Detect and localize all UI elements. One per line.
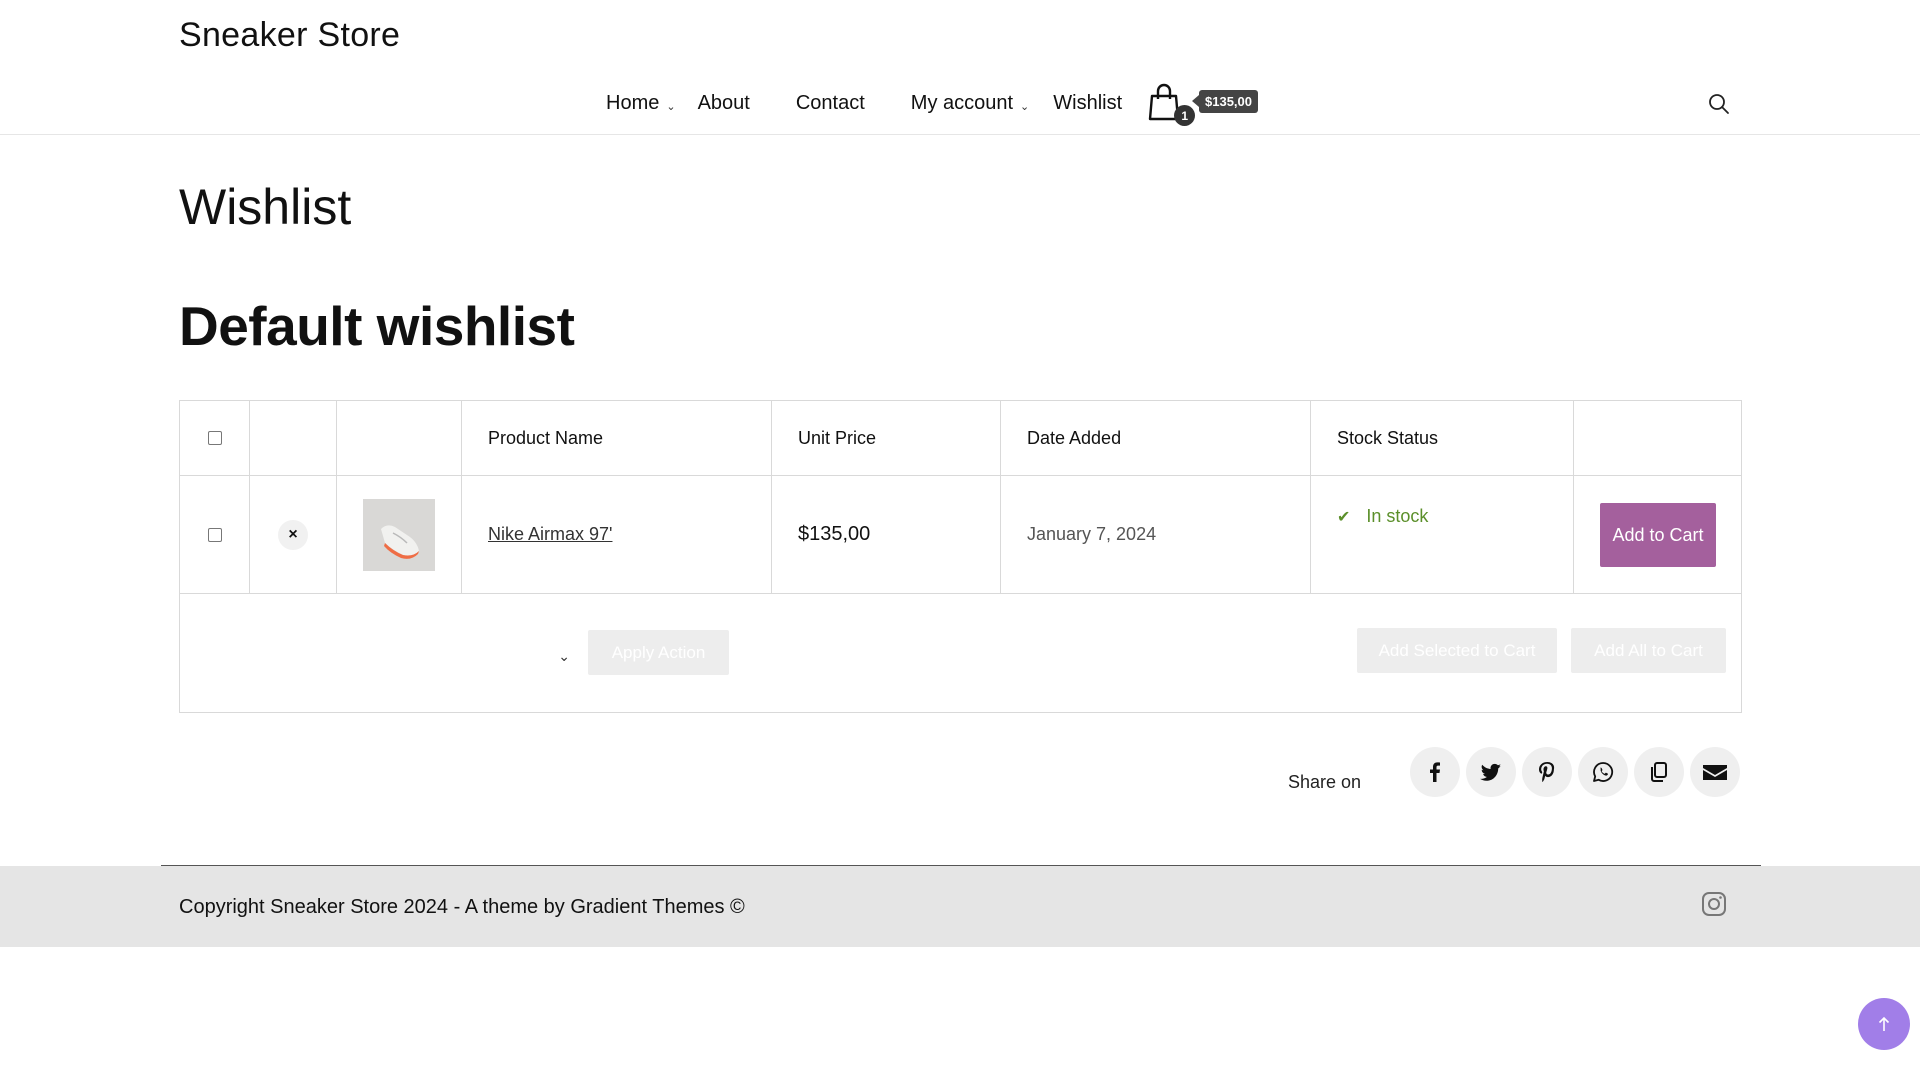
nav-item-my-account[interactable]: My account ⌄ — [911, 92, 1029, 115]
product-price: $135,00 — [798, 523, 871, 545]
copyright-text: Copyright Sneaker Store 2024 - A theme b… — [179, 896, 745, 918]
chevron-down-icon: ⌄ — [666, 100, 676, 113]
apply-action-button[interactable]: Apply Action — [588, 630, 729, 675]
header-remove-cell — [250, 401, 337, 475]
cart-count-badge: 1 — [1174, 105, 1196, 126]
row-stock-cell: ✔ In stock — [1311, 476, 1574, 593]
check-icon: ✔ — [1337, 508, 1351, 526]
twitter-icon — [1480, 763, 1501, 781]
nav-item-about[interactable]: About — [698, 92, 750, 115]
facebook-icon — [1430, 762, 1440, 782]
row-select-cell — [180, 476, 250, 593]
arrow-up-icon — [1878, 1016, 1890, 1031]
nav-item-label: Home — [606, 91, 660, 114]
wishlist-table: Product Name Unit Price Date Added Stock… — [179, 400, 1742, 713]
bulk-action-select[interactable]: ⌄ — [200, 634, 578, 678]
stock-status-label: In stock — [1366, 506, 1429, 526]
nav-item-contact[interactable]: Contact — [796, 92, 865, 115]
scroll-to-top-button[interactable] — [1858, 998, 1910, 1050]
header-product-name: Product Name — [462, 401, 772, 475]
product-thumbnail[interactable] — [363, 498, 435, 571]
date-added: January 7, 2024 — [1027, 524, 1157, 544]
header-unit-price: Unit Price — [772, 401, 1001, 475]
search-button[interactable] — [1706, 91, 1732, 117]
chevron-down-icon: ⌄ — [558, 647, 570, 664]
header-select-cell — [180, 401, 250, 475]
product-name-link[interactable]: Nike Airmax 97' — [488, 524, 612, 545]
sneaker-image — [363, 498, 435, 571]
header-action-cell — [1574, 401, 1742, 475]
chevron-down-icon: ⌄ — [1020, 100, 1030, 113]
row-product-name-cell: Nike Airmax 97' — [462, 476, 772, 593]
nav-item-label: My account — [910, 91, 1014, 114]
site-title[interactable]: Sneaker Store — [179, 16, 400, 55]
nav-item-label: About — [697, 91, 750, 114]
row-price-cell: $135,00 — [772, 476, 1001, 593]
stock-status: ✔ In stock — [1337, 506, 1428, 527]
copy-icon — [1651, 762, 1667, 782]
nav-item-label: Wishlist — [1053, 91, 1123, 114]
site-header: Sneaker Store Home ⌄ About Contact My ac… — [0, 0, 1920, 135]
header-date-added: Date Added — [1001, 401, 1311, 475]
cart-total-badge[interactable]: $135,00 — [1192, 90, 1258, 113]
row-remove-cell: × — [250, 476, 337, 593]
pinterest-icon — [1539, 762, 1555, 782]
row-thumb-cell — [337, 476, 462, 593]
share-copy-link-button[interactable] — [1634, 747, 1684, 797]
instagram-icon — [1702, 892, 1726, 916]
share-email-button[interactable] — [1690, 747, 1740, 797]
share-twitter-button[interactable] — [1466, 747, 1516, 797]
nav-item-wishlist[interactable]: Wishlist — [1053, 92, 1122, 115]
header-stock-status: Stock Status — [1311, 401, 1574, 475]
email-icon — [1703, 765, 1727, 780]
share-facebook-button[interactable] — [1410, 747, 1460, 797]
add-all-to-cart-button[interactable]: Add All to Cart — [1571, 628, 1726, 673]
row-action-cell: Add to Cart — [1574, 476, 1742, 593]
wishlist-title: Default wishlist — [179, 295, 575, 357]
whatsapp-icon — [1593, 762, 1614, 782]
add-selected-to-cart-button[interactable]: Add Selected to Cart — [1357, 628, 1557, 673]
table-row: × Nike Airmax 97' $135,00 January 7, 202… — [180, 476, 1741, 594]
select-all-checkbox[interactable] — [207, 431, 222, 445]
share-pinterest-button[interactable] — [1522, 747, 1572, 797]
header-thumb-cell — [337, 401, 462, 475]
instagram-link[interactable] — [1700, 890, 1728, 918]
table-header-row: Product Name Unit Price Date Added Stock… — [180, 401, 1741, 476]
nav-item-label: Contact — [795, 91, 865, 114]
remove-item-button[interactable]: × — [278, 519, 308, 550]
search-icon — [1709, 94, 1729, 114]
nav-item-home[interactable]: Home ⌄ — [606, 92, 676, 115]
add-to-cart-button[interactable]: Add to Cart — [1600, 502, 1716, 567]
wishlist-actions-row: ⌄ Apply Action Add Selected to Cart Add … — [180, 594, 1741, 712]
row-date-cell: January 7, 2024 — [1001, 476, 1311, 593]
cart-button[interactable]: 1 — [1148, 83, 1196, 126]
row-checkbox[interactable] — [207, 527, 222, 542]
share-label: Share on — [1288, 772, 1362, 792]
page-title: Wishlist — [179, 179, 352, 235]
main-nav: Home ⌄ About Contact My account ⌄ Wishli… — [606, 83, 1196, 126]
share-whatsapp-button[interactable] — [1578, 747, 1628, 797]
